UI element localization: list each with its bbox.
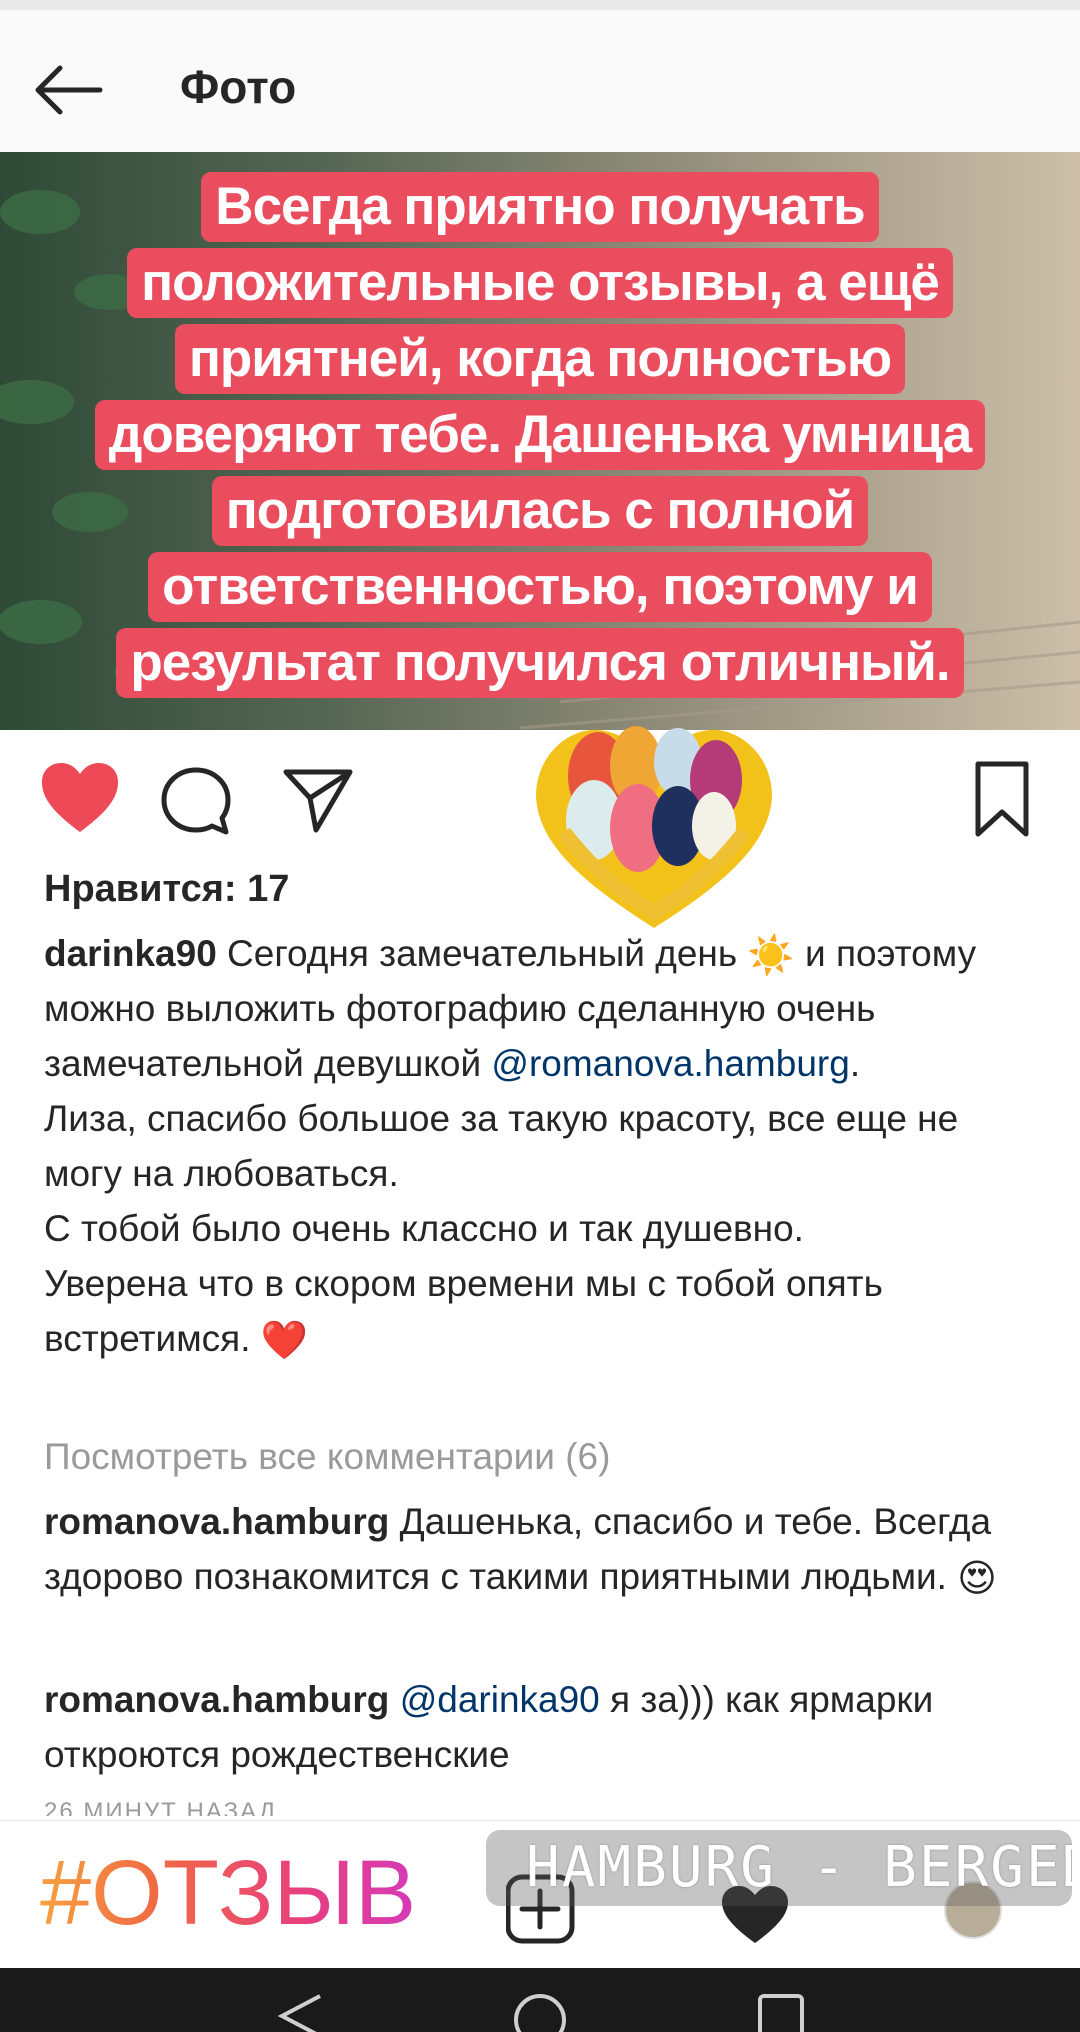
comment-mention[interactable]: @darinka90 [400,1679,600,1720]
location-sticker: HAMBURG - BERGEDORF [486,1830,1072,1906]
overlay-line: подготовилась с полной [211,476,869,546]
location-sticker-text: HAMBURG - BERGEDORF [526,1835,1072,1900]
overlay-line: ответственностью, поэтому и [148,552,932,622]
comment-username[interactable]: romanova.hamburg [44,1501,389,1542]
status-strip [0,0,1080,10]
caption-username[interactable]: darinka90 [44,933,217,974]
share-button[interactable] [282,764,354,836]
decorative-heart-sticker [536,726,772,928]
hashtag-sticker: #ОТЗЫВ [40,1838,416,1948]
heart-filled-icon [42,763,118,832]
caption-text: . [849,1043,861,1084]
comment-item: romanova.hamburg Дашенька, спасибо и теб… [44,1494,1054,1604]
caption-text: Сегодня замечательный день [216,933,748,974]
comment-button[interactable] [160,766,232,838]
comment-username[interactable]: romanova.hamburg [44,1679,389,1720]
post-photo[interactable]: Всегда приятно получать положительные от… [0,152,1080,730]
post-timestamp: 26 МИНУТ НАЗАД [44,1798,278,1816]
overlay-line: приятней, когда полностью [174,324,906,394]
overlay-line: доверяют тебе. Дашенька умница [94,400,986,470]
bookmark-icon [975,761,1029,837]
likes-count[interactable]: Нравится: 17 [44,868,289,911]
caption-text: Уверена что в скором времени мы с тобой … [44,1263,883,1359]
arrow-left-icon [35,65,103,115]
paper-plane-icon [283,769,353,833]
caption-text: С тобой было очень классно и так душевно… [44,1208,804,1249]
like-button[interactable] [40,762,120,834]
sun-emoji-icon: ☀️ [747,935,795,978]
square-recents-icon[interactable] [756,1992,806,2032]
overlay-line: результат получился отличный. [116,628,964,698]
back-button[interactable] [30,50,110,130]
red-heart-emoji-icon: ❤️ [260,1320,309,1363]
save-button[interactable] [972,760,1032,840]
comment-icon [161,767,231,835]
photo-overlay-text: Всегда приятно получать положительные от… [22,172,1058,704]
caption-text: Лиза, спасибо большое за такую красоту, … [44,1098,959,1194]
view-all-comments-link[interactable]: Посмотреть все комментарии (6) [44,1436,610,1478]
circle-home-icon[interactable] [512,1992,568,2032]
top-bar: Фото [0,10,1080,152]
overlay-line: Всегда приятно получать [201,172,879,242]
overlay-line: положительные отзывы, а ещё [127,248,953,318]
post-caption: darinka90 Сегодня замечательный день ☀️ … [44,926,1044,1366]
caption-mention[interactable]: @romanova.hamburg [491,1043,849,1084]
page-title: Фото [180,61,297,113]
comment-item: romanova.hamburg @darinka90 я за))) как … [44,1672,1054,1782]
triangle-back-icon[interactable] [276,1992,326,2032]
system-navigation-bar [0,1968,1080,2032]
heart-eyes-emoji-icon: 😍 [957,1558,997,1601]
